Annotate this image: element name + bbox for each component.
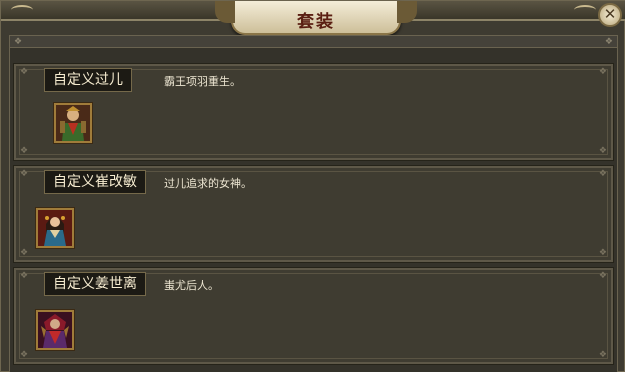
corner-ornament-icon: ❖ xyxy=(598,248,607,258)
corner-ornament-icon: ❖ xyxy=(20,67,29,77)
corner-ornament-icon: ❖ xyxy=(598,169,607,179)
corner-ornament-icon: ❖ xyxy=(598,67,607,77)
corner-ornament-icon: ❖ xyxy=(20,146,29,156)
corner-ornament-icon: ❖ xyxy=(598,271,607,281)
corner-ornament-icon: ❖ xyxy=(604,37,613,47)
set-name: 自定义崔改敏 xyxy=(44,170,146,194)
close-icon: ✕ xyxy=(603,5,617,23)
scroll-ornament-right-icon xyxy=(574,5,596,15)
heroine-portrait-icon[interactable] xyxy=(35,207,75,249)
set-name: 自定义姜世离 xyxy=(44,272,146,296)
demon-lord-portrait-icon[interactable] xyxy=(35,309,75,351)
corner-ornament-icon: ❖ xyxy=(20,271,29,281)
set-card: ❖ ❖ ❖ ❖ 自定义过儿 霸王项羽重生。 xyxy=(13,63,614,161)
set-card: ❖ ❖ ❖ ❖ 自定义崔改敏 过儿追求的女神。 xyxy=(13,165,614,263)
dialog-title: 套装 xyxy=(297,12,335,32)
close-button[interactable]: ✕ xyxy=(598,3,622,27)
set-name: 自定义过儿 xyxy=(44,68,132,92)
scroll-ornament-left-icon xyxy=(11,5,33,15)
corner-ornament-icon: ❖ xyxy=(20,350,29,360)
corner-ornament-icon: ❖ xyxy=(598,350,607,360)
corner-ornament-icon: ❖ xyxy=(20,248,29,258)
set-description: 过儿追求的女神。 xyxy=(164,177,252,190)
set-list[interactable]: ❖ ❖ ❖ ❖ ❖ ❖ 自定义过儿 霸王项羽重生。 ❖ ❖ ❖ ❖ 自定义崔改敏… xyxy=(9,35,618,372)
warrior-portrait-icon[interactable] xyxy=(53,102,93,144)
set-card: ❖ ❖ ❖ ❖ 自定义姜世离 蚩尤后人。 xyxy=(13,267,614,365)
corner-ornament-icon: ❖ xyxy=(20,169,29,179)
set-dialog: 套装 ✕ ❖ ❖ ❖ ❖ ❖ ❖ 自定义过儿 霸王项羽重生。 ❖ ❖ ❖ ❖ 自… xyxy=(0,0,625,372)
content-header-strip: ❖ ❖ xyxy=(10,36,617,48)
set-description: 蚩尤后人。 xyxy=(164,279,219,292)
set-description: 霸王项羽重生。 xyxy=(164,75,241,88)
corner-ornament-icon: ❖ xyxy=(14,37,23,47)
title-tab: 套装 xyxy=(215,1,417,35)
corner-ornament-icon: ❖ xyxy=(598,146,607,156)
